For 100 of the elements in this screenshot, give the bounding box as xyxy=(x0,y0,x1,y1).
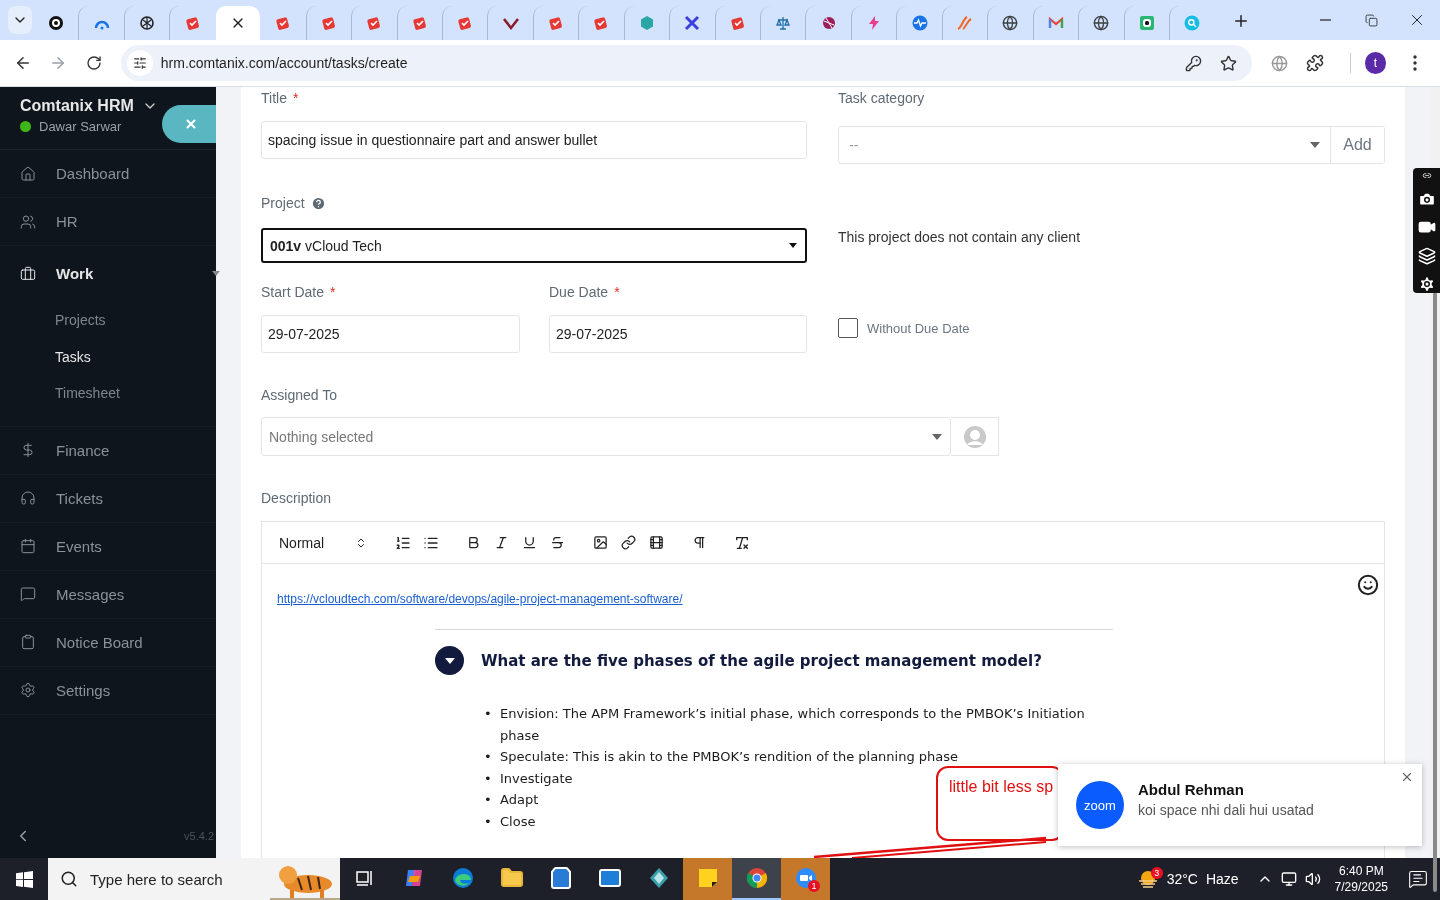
mail-icon xyxy=(1047,15,1064,31)
up-down-icon xyxy=(355,536,367,549)
due-date-field[interactable]: 29-07-2025 xyxy=(549,315,807,353)
video-call-icon xyxy=(793,866,818,890)
windows-logo-icon xyxy=(15,870,33,888)
strikethrough-icon xyxy=(549,535,565,550)
link-icon[interactable] xyxy=(1421,171,1432,181)
globe-icon xyxy=(1270,54,1288,72)
field-label: Due Date xyxy=(549,283,609,302)
profile-avatar[interactable]: t xyxy=(1364,52,1387,74)
hexagon-icon xyxy=(638,15,655,31)
users-icon xyxy=(20,213,36,230)
nav-item[interactable]: Work xyxy=(0,246,216,302)
bullet-item: Speculate: This is akin to the PMBOK’s rendition of the planning phase xyxy=(500,748,959,767)
mail-icon xyxy=(597,866,622,890)
caret-icon xyxy=(444,657,455,664)
pilcrow-icon xyxy=(691,535,707,550)
image-icon xyxy=(592,535,608,550)
bookmark-star-icon[interactable] xyxy=(1220,54,1238,72)
clipboard-icon xyxy=(320,15,337,31)
clipboard-icon xyxy=(20,634,36,650)
taskbar-app-button[interactable]: 1 xyxy=(781,858,830,900)
close-sidebar-button[interactable] xyxy=(162,105,216,143)
bullet-item: Envision: The APM Framework’s initial phase, which corresponds to the PMBOK’s Initiation phase xyxy=(500,705,1086,745)
required-mark: * xyxy=(330,283,336,302)
project-select[interactable]: 001v vCloud Tech xyxy=(261,228,807,263)
layers-icon[interactable] xyxy=(1416,246,1437,265)
field-label: Task category xyxy=(838,89,925,108)
wave-icon xyxy=(956,15,973,31)
clipboard-icon xyxy=(275,15,292,31)
taskbar-app-button[interactable] xyxy=(732,858,781,900)
checkbox[interactable] xyxy=(838,318,858,338)
home-icon xyxy=(20,165,36,182)
link[interactable]: https://vcloudtech.com/software/devops/agile-project-management-software/ xyxy=(277,592,683,606)
dollar-icon xyxy=(20,442,36,458)
menu-icon xyxy=(1413,55,1418,71)
field-label: Description xyxy=(261,489,332,508)
bullet-item: Investigate xyxy=(500,769,573,788)
clipboard-icon xyxy=(366,15,383,31)
required-mark: * xyxy=(292,89,299,108)
emoji-icon[interactable] xyxy=(1357,574,1379,596)
site-info-button[interactable] xyxy=(126,50,153,76)
search-icon xyxy=(1184,15,1201,31)
scale-icon xyxy=(775,15,792,31)
nav-subitem[interactable]: Timesheet xyxy=(0,375,216,412)
field-label: Assigned To xyxy=(261,386,337,405)
pulse-icon xyxy=(911,15,928,31)
close-icon xyxy=(1400,770,1414,784)
close-button[interactable] xyxy=(1400,770,1414,784)
ordered-list-icon xyxy=(395,534,411,551)
bullet-marker: • xyxy=(484,769,490,788)
underline-icon xyxy=(521,535,537,550)
globe-icon xyxy=(1002,15,1019,31)
taskbar-search-field[interactable]: Type here to search xyxy=(48,858,340,900)
temperature-text: 32°C xyxy=(1166,871,1198,887)
volume-icon[interactable] xyxy=(1304,871,1321,887)
ring-icon xyxy=(48,15,65,31)
title-field[interactable]: spacing issue in questionnaire part and answer bullet xyxy=(261,121,807,159)
notifications-icon[interactable] xyxy=(1408,869,1428,889)
briefcase-icon xyxy=(20,265,36,282)
chrome-icon xyxy=(744,866,769,890)
message-text: koi space nhi dali hui usatad xyxy=(1138,801,1314,818)
globe-icon xyxy=(1093,15,1110,31)
user-icon xyxy=(962,424,987,449)
bullet-item: Adapt xyxy=(500,791,539,810)
start-date-field[interactable]: 29-07-2025 xyxy=(261,315,520,353)
field-label: Start Date xyxy=(261,283,325,302)
tab-search-button[interactable] xyxy=(8,6,32,34)
assignee-select[interactable]: Nothing selected xyxy=(261,417,951,456)
edge-icon xyxy=(450,866,475,890)
clock[interactable]: 6:40 PM 7/29/2025 xyxy=(1334,863,1388,895)
knot-icon xyxy=(139,15,156,31)
key-icon[interactable] xyxy=(1185,54,1203,72)
clipboard-icon xyxy=(184,15,201,31)
store-icon xyxy=(548,866,573,890)
question-heading: What are the five phases of the agile project management model? xyxy=(481,651,1042,670)
brand-name: Comtanix HRM xyxy=(20,97,134,115)
nav-subitem[interactable]: Tasks xyxy=(0,338,216,375)
minimize-icon xyxy=(1319,19,1331,21)
bullet-marker: • xyxy=(484,791,490,810)
clipboard-icon xyxy=(729,15,746,31)
project-note: This project does not contain any client xyxy=(838,229,1082,245)
close-icon xyxy=(184,117,198,131)
date-text: 7/29/2025 xyxy=(1334,879,1388,895)
user-name: Dawar Sarwar xyxy=(39,119,122,134)
restore-icon xyxy=(1364,13,1378,27)
clipboard-icon xyxy=(411,15,428,31)
clipboard-icon xyxy=(457,15,474,31)
sliders-icon xyxy=(132,56,147,70)
folder-icon xyxy=(499,866,524,890)
network-icon[interactable] xyxy=(1280,871,1297,887)
nav-subitem[interactable]: Projects xyxy=(0,302,216,339)
bullet-marker: • xyxy=(484,812,490,831)
format-select[interactable]: Normal xyxy=(279,534,367,551)
collapse-button[interactable] xyxy=(435,646,464,675)
scrollbar-thumb[interactable] xyxy=(1433,292,1437,892)
field-label: Title xyxy=(261,89,287,108)
notification-badge: 1 xyxy=(808,880,820,892)
film-icon xyxy=(648,535,664,550)
calendar-icon xyxy=(20,538,36,554)
